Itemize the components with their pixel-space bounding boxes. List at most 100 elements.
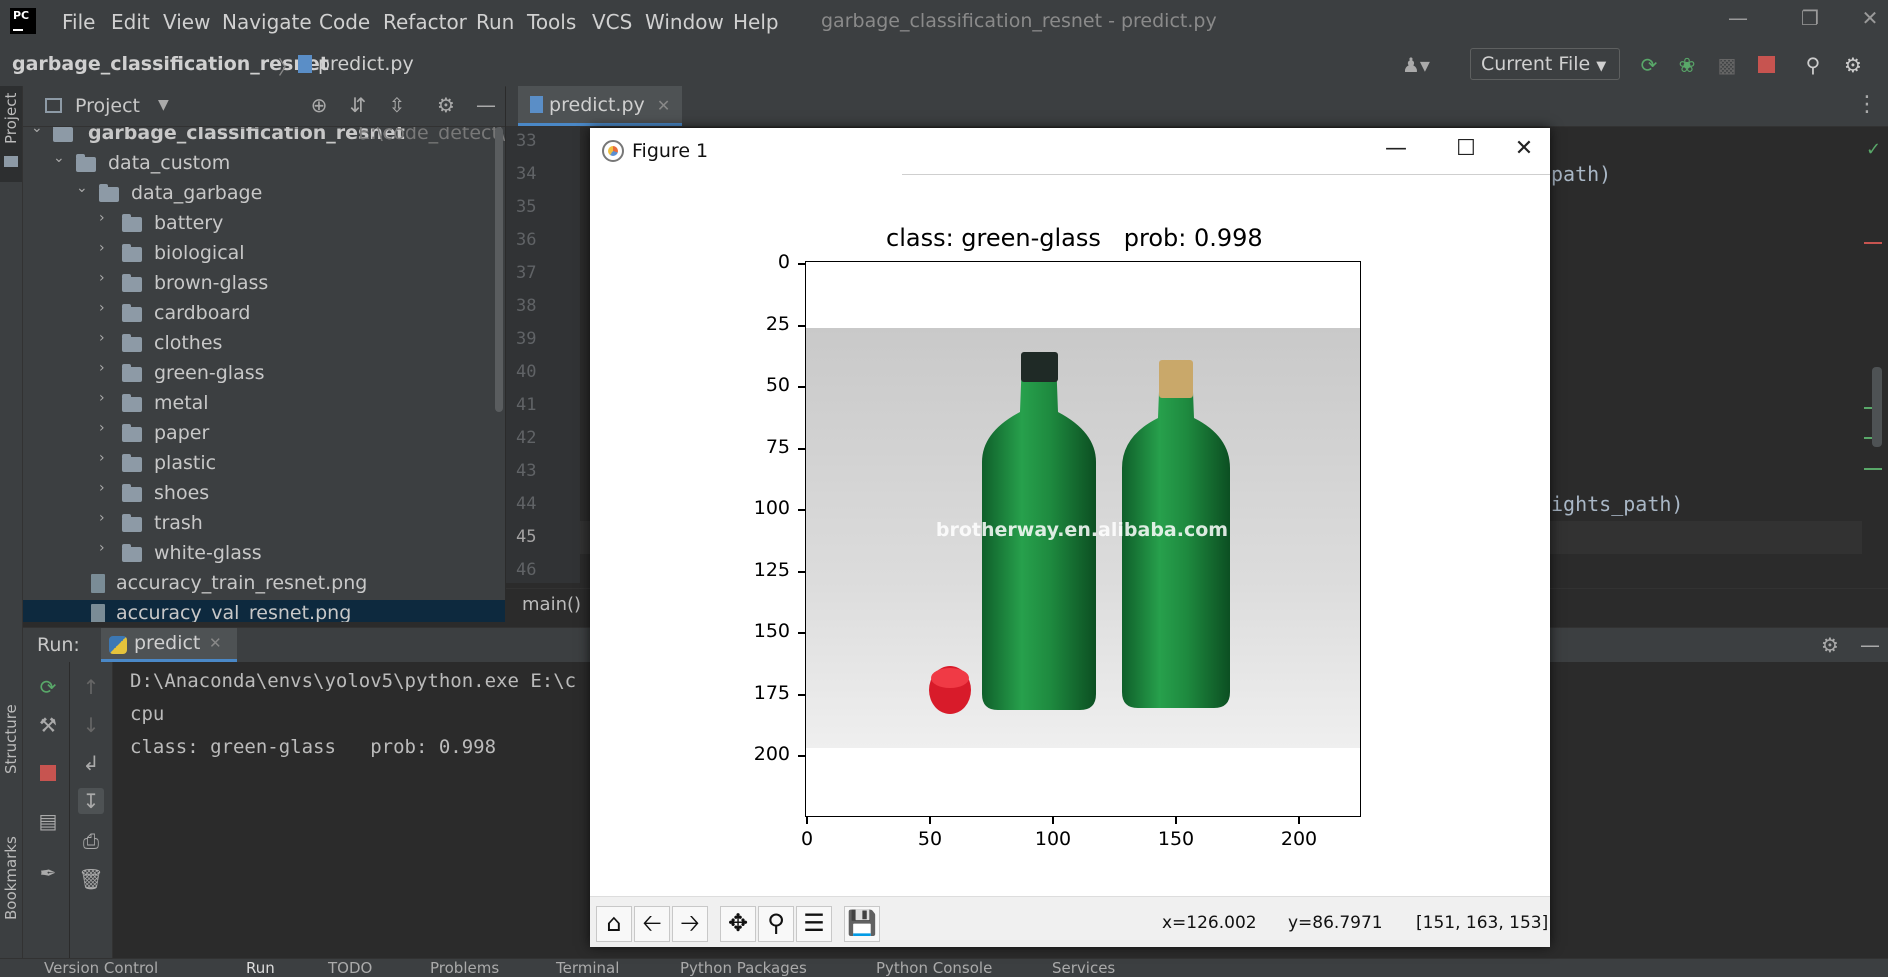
layout-icon[interactable]: ▤	[35, 808, 61, 834]
menu-code[interactable]: Code	[319, 10, 370, 34]
bookmarks-stripe-label[interactable]: Bookmarks	[2, 836, 20, 920]
rerun-icon[interactable]: ⟳	[1636, 52, 1662, 78]
search-icon[interactable]: ⚲	[1800, 52, 1826, 78]
rerun-icon[interactable]: ⟳	[35, 674, 61, 700]
window-close-button[interactable]: ✕	[1852, 6, 1888, 36]
project-stripe-tab[interactable]: Project	[0, 86, 22, 182]
run-configuration-select[interactable]: Current File ▼	[1470, 48, 1620, 80]
collapse-all-icon[interactable]: ⇳	[384, 92, 410, 118]
trash-icon[interactable]: 🗑	[78, 866, 104, 892]
tree-item-folder-white-glass[interactable]: › white-glass	[23, 540, 505, 570]
menu-view[interactable]: View	[163, 10, 210, 34]
menu-edit[interactable]: Edit	[111, 10, 150, 34]
editor-scrollbar-thumb[interactable]	[1872, 367, 1882, 447]
menu-navigate[interactable]: Navigate	[222, 10, 312, 34]
tree-item-data-custom[interactable]: ⌄ data_custom	[23, 150, 505, 180]
tree-item-root[interactable]: ⌄ garbage_classification_resnet E:\code_…	[23, 127, 505, 150]
change-marker[interactable]	[1864, 468, 1882, 470]
pin-icon[interactable]: ✒	[35, 860, 61, 886]
tool-problems[interactable]: Problems	[430, 959, 499, 977]
figure-title-bar[interactable]: Figure 1 — ☐ ✕	[590, 128, 1550, 174]
run-tab-predict[interactable]: predict ✕	[101, 628, 237, 662]
tool-python-console[interactable]: Python Console	[876, 959, 992, 977]
tree-item-folder-shoes[interactable]: › shoes	[23, 480, 505, 510]
plot-axes[interactable]: brotherway.en.alibaba.com	[805, 261, 1361, 817]
close-icon[interactable]: ✕	[657, 96, 670, 115]
hide-panel-icon[interactable]: —	[1857, 632, 1883, 658]
save-icon[interactable]: 💾	[844, 906, 880, 942]
home-icon[interactable]: ⌂	[596, 906, 632, 942]
debug-icon[interactable]: ❀	[1674, 52, 1700, 78]
more-options-icon[interactable]: ⋮	[1856, 92, 1878, 117]
project-panel-title[interactable]: Project	[75, 95, 140, 117]
stop-icon[interactable]	[1758, 56, 1775, 73]
menu-help[interactable]: Help	[733, 10, 779, 34]
menu-file[interactable]: File	[62, 10, 95, 34]
tree-item-folder-brown-glass[interactable]: › brown-glass	[23, 270, 505, 300]
window-restore-button[interactable]: ❐	[1790, 6, 1830, 36]
tree-item-folder-metal[interactable]: › metal	[23, 390, 505, 420]
tree-item-folder-paper[interactable]: › paper	[23, 420, 505, 450]
menu-window[interactable]: Window	[645, 10, 724, 34]
tree-item-folder-plastic[interactable]: › plastic	[23, 450, 505, 480]
wrench-icon[interactable]: ⚒	[35, 712, 61, 738]
chevron-down-icon[interactable]: ▼	[158, 97, 169, 113]
tool-run[interactable]: Run	[246, 959, 275, 977]
hide-panel-icon[interactable]: —	[473, 92, 499, 118]
expand-all-icon[interactable]: ⇵	[345, 92, 371, 118]
print-icon[interactable]: ⎙	[78, 828, 104, 854]
arrow-up-icon[interactable]: ↑	[78, 674, 104, 700]
structure-stripe-label[interactable]: Structure	[2, 704, 20, 774]
tool-python-packages[interactable]: Python Packages	[680, 959, 807, 977]
window-minimize-button[interactable]: —	[1718, 6, 1758, 36]
editor-error-stripe[interactable]: ✓	[1862, 127, 1888, 583]
tree-item-data-garbage[interactable]: ⌄ data_garbage	[23, 180, 505, 210]
back-arrow-icon[interactable]: 🡠	[634, 906, 670, 942]
figure-close-button[interactable]: ✕	[1504, 136, 1544, 166]
gear-icon[interactable]: ⚙	[1840, 52, 1866, 78]
tool-todo[interactable]: TODO	[328, 959, 372, 977]
configure-subplots-icon[interactable]: ☰	[796, 906, 832, 942]
gear-icon[interactable]: ⚙	[1817, 632, 1843, 658]
y-tick-mark	[798, 448, 805, 450]
arrow-down-icon[interactable]: ↓	[78, 712, 104, 738]
figure-minimize-button[interactable]: —	[1376, 136, 1416, 166]
tree-item-folder-battery[interactable]: › battery	[23, 210, 505, 240]
zoom-icon[interactable]: ⚲	[758, 906, 794, 942]
tree-item-folder-biological[interactable]: › biological	[23, 240, 505, 270]
scroll-to-end-icon[interactable]: ↧	[78, 788, 104, 814]
gear-icon[interactable]: ⚙	[433, 92, 459, 118]
close-icon[interactable]: ✕	[209, 634, 222, 652]
error-marker[interactable]	[1864, 242, 1882, 244]
editor-tab-predict[interactable]: predict.py ✕	[518, 86, 683, 126]
python-file-icon	[530, 96, 543, 113]
pan-icon[interactable]: ✥	[720, 906, 756, 942]
line-number: 44	[516, 494, 537, 514]
menu-tools[interactable]: Tools	[527, 10, 576, 34]
figure-maximize-button[interactable]: ☐	[1446, 136, 1486, 166]
soft-wrap-icon[interactable]: ↲	[78, 750, 104, 776]
tree-item-folder-trash[interactable]: › trash	[23, 510, 505, 540]
tree-item-folder-cardboard[interactable]: › cardboard	[23, 300, 505, 330]
menu-refactor[interactable]: Refactor	[383, 10, 467, 34]
tool-terminal[interactable]: Terminal	[556, 959, 619, 977]
project-tree-scrollbar[interactable]	[495, 127, 503, 412]
function-breadcrumb[interactable]: main()	[522, 594, 581, 615]
locate-icon[interactable]: ⊕	[306, 92, 332, 118]
tree-item-file-accuracy-train[interactable]: accuracy_train_resnet.png	[23, 570, 505, 600]
tree-item-file-accuracy-val[interactable]: accuracy_val_resnet.png	[23, 600, 505, 622]
tool-services[interactable]: Services	[1052, 959, 1115, 977]
coverage-icon[interactable]: ▩	[1714, 52, 1740, 78]
menu-run[interactable]: Run	[476, 10, 514, 34]
user-icon[interactable]: ♟▾	[1402, 52, 1430, 78]
tool-version-control[interactable]: Version Control	[44, 959, 158, 977]
menu-bar: PC File Edit View Navigate Code Refactor…	[0, 0, 1888, 42]
inspection-ok-icon[interactable]: ✓	[1866, 139, 1881, 160]
stop-icon[interactable]	[40, 765, 56, 781]
forward-arrow-icon[interactable]: 🡢	[672, 906, 708, 942]
tree-item-folder-clothes[interactable]: › clothes	[23, 330, 505, 360]
tree-item-folder-green-glass[interactable]: › green-glass	[23, 360, 505, 390]
tree-item-label: cardboard	[154, 302, 251, 324]
breadcrumb-file[interactable]: predict.py	[318, 53, 414, 75]
menu-vcs[interactable]: VCS	[592, 10, 632, 34]
